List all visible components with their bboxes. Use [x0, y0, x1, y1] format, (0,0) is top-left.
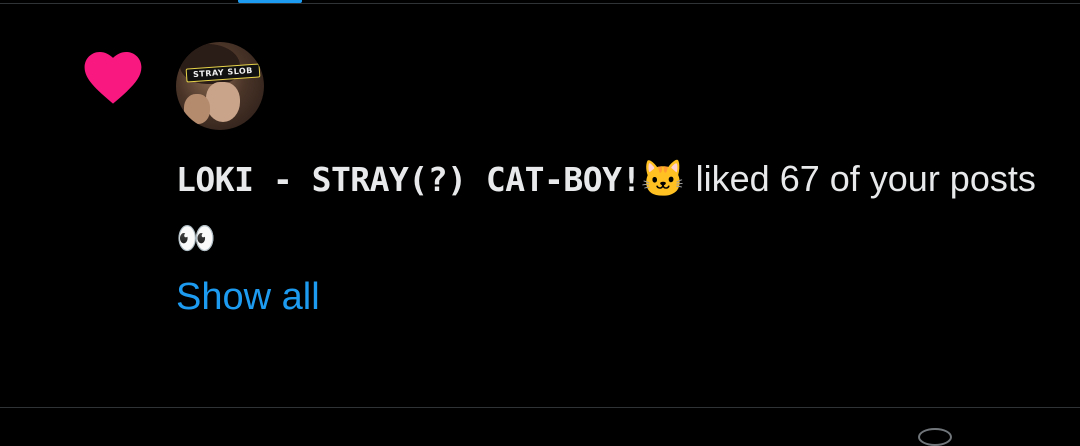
- avatar-hand: [184, 94, 210, 124]
- action-text: liked 67 of your posts: [685, 158, 1036, 199]
- next-item-icon: [918, 428, 952, 446]
- notification-text: LOKI - STRAY(?) CAT-BOY!🐱 liked 67 of yo…: [176, 150, 1056, 209]
- eyes-emoji-icon: 👀: [176, 220, 216, 256]
- bottom-divider: [0, 407, 1080, 408]
- active-tab-indicator: [238, 0, 302, 3]
- avatar[interactable]: STRAY SLOB: [176, 42, 264, 130]
- notification-item[interactable]: STRAY SLOB LOKI - STRAY(?) CAT-BOY!🐱 lik…: [0, 4, 1080, 406]
- cat-emoji-icon: 🐱: [640, 158, 686, 199]
- heart-icon: [84, 51, 142, 104]
- display-name[interactable]: LOKI - STRAY(?) CAT-BOY!: [176, 160, 641, 199]
- show-all-link[interactable]: Show all: [176, 267, 320, 327]
- notification-content: LOKI - STRAY(?) CAT-BOY!🐱 liked 67 of yo…: [176, 150, 1056, 327]
- avatar-face: [206, 82, 240, 122]
